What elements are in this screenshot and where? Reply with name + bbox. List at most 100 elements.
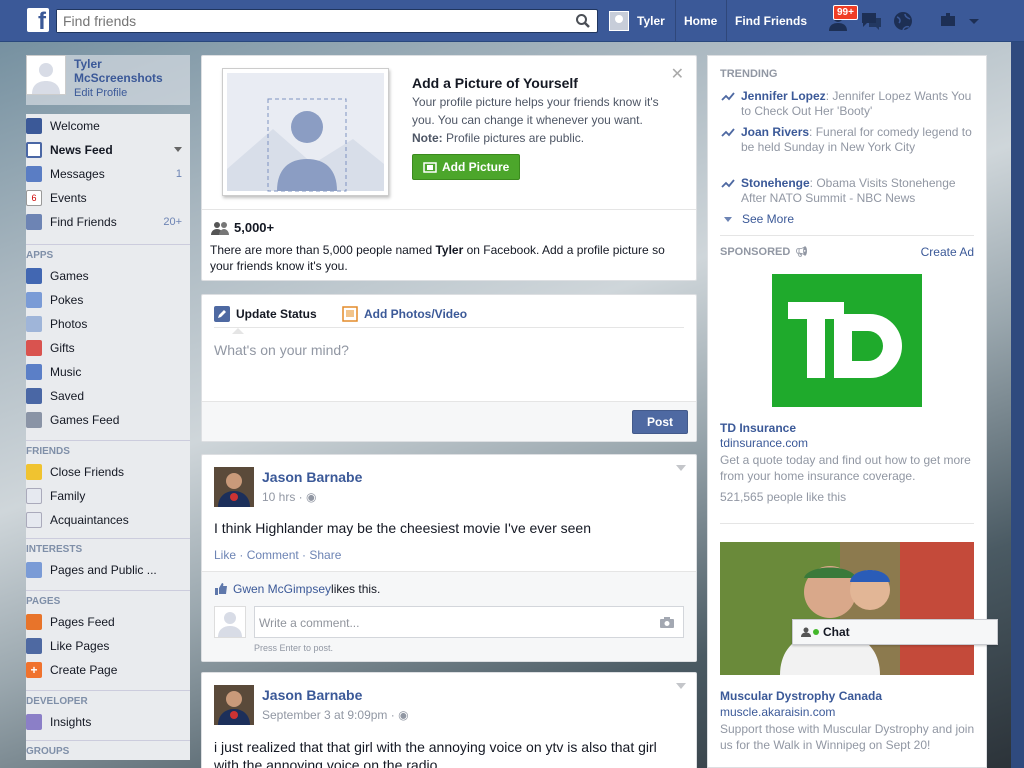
right-column: TRENDING Jennifer Lopez: Jennifer Lopez …	[707, 55, 987, 768]
like-link[interactable]: Like	[214, 548, 236, 562]
sidebar-item-like-pages[interactable]: Like Pages	[26, 634, 190, 658]
create-ad-link[interactable]: Create Ad	[921, 245, 974, 259]
post-timestamp: September 3 at 9:09pm · ◉	[262, 708, 409, 722]
post-button[interactable]: Post	[631, 410, 688, 434]
post-author[interactable]: Jason Barnabe	[262, 469, 362, 485]
people-icon	[211, 221, 229, 235]
search-box[interactable]	[56, 9, 598, 33]
status-composer: Update Status Add Photos/Video What's on…	[201, 294, 697, 442]
trending-item[interactable]: Jennifer Lopez: Jennifer Lopez Wants You…	[721, 89, 972, 119]
trending-name[interactable]: Joan Rivers	[741, 125, 809, 139]
sidebar-item-photos[interactable]: Photos	[26, 312, 190, 336]
default-avatar-icon	[218, 612, 242, 637]
post-feedback: Gwen McGimpsey likes this. Write a comme…	[202, 571, 696, 661]
sidebar-item-label: Close Friends	[50, 465, 125, 479]
comment-link[interactable]: Comment	[247, 548, 299, 562]
events-icon: 6	[26, 190, 42, 206]
tab-add-photos[interactable]: Add Photos/Video	[342, 304, 467, 324]
sidebar-item-music[interactable]: Music	[26, 360, 190, 384]
notifications-globe-icon[interactable]	[891, 10, 915, 32]
share-link[interactable]: Share	[309, 548, 341, 562]
divider	[202, 209, 696, 210]
sidebar-item-welcome[interactable]: Welcome	[26, 114, 190, 138]
trending-item[interactable]: Stonehenge: Obama Visits Stonehenge Afte…	[721, 176, 972, 206]
interests-rss-icon	[26, 562, 42, 578]
post-time-text[interactable]: September 3 at 9:09pm ·	[262, 708, 398, 722]
td-ad-image[interactable]	[772, 274, 922, 407]
sidebar-item-saved[interactable]: Saved	[26, 384, 190, 408]
sidebar-item-insights[interactable]: Insights	[26, 710, 190, 734]
scrollbar[interactable]	[1011, 42, 1024, 768]
composer-input[interactable]: What's on your mind?	[214, 342, 349, 358]
search-icon[interactable]	[575, 13, 591, 29]
sidebar-item-family[interactable]: Family	[26, 484, 190, 508]
music-icon	[26, 364, 42, 380]
photos-icon	[26, 316, 42, 332]
sidebar-item-create-page[interactable]: + Create Page	[26, 658, 190, 682]
trending-arrow-icon	[721, 179, 735, 188]
home-link[interactable]: Home	[675, 0, 717, 42]
games-feed-controller-icon	[26, 412, 42, 428]
ad-likes: 521,565 people like this	[720, 490, 847, 504]
sidebar-item-events[interactable]: 6 Events	[26, 186, 190, 210]
trending-name[interactable]: Stonehenge	[741, 176, 810, 190]
close-icon[interactable]: ✕	[671, 64, 684, 84]
developer-heading: DEVELOPER	[26, 690, 190, 710]
sidebar-item-gifts[interactable]: Gifts	[26, 336, 190, 360]
sidebar-item-acquaintances[interactable]: Acquaintances	[26, 508, 190, 532]
author-avatar[interactable]	[214, 685, 254, 725]
chevron-down-icon[interactable]	[676, 683, 686, 694]
privacy-shortcuts-icon[interactable]	[938, 10, 962, 32]
name-count-row: 5,000+	[210, 220, 274, 235]
tab-update-status[interactable]: Update Status	[214, 304, 317, 324]
sidebar-item-messages[interactable]: Messages 1	[26, 162, 190, 186]
trending-item[interactable]: Joan Rivers: Funeral for comedy legend t…	[721, 125, 972, 155]
sidebar-item-games-feed[interactable]: Games Feed	[26, 408, 190, 432]
sidebar-item-pages-feed[interactable]: Pages Feed	[26, 610, 190, 634]
sidebar-item-find-friends[interactable]: Find Friends 20+	[26, 210, 190, 234]
post-text: I think Highlander may be the cheesiest …	[214, 520, 591, 536]
trending-name[interactable]: Jennifer Lopez	[741, 89, 826, 103]
globe-privacy-icon[interactable]: ◉	[306, 490, 316, 504]
sidebar-item-news-feed[interactable]: News Feed	[26, 138, 190, 162]
chevron-down-icon[interactable]	[676, 465, 686, 476]
profile-name[interactable]: Tyler McScreenshots	[74, 57, 174, 85]
chevron-down-icon[interactable]	[174, 147, 182, 156]
comment-input[interactable]: Write a comment...	[254, 606, 684, 638]
post-time-text[interactable]: 10 hrs ·	[262, 490, 306, 504]
find-friends-link[interactable]: Find Friends	[726, 0, 807, 42]
sidebar-item-label: Acquaintances	[50, 513, 129, 527]
post-author[interactable]: Jason Barnabe	[262, 687, 362, 703]
ad-url[interactable]: muscle.akaraisin.com	[720, 705, 835, 719]
camera-icon[interactable]	[659, 616, 675, 629]
author-avatar[interactable]	[214, 467, 254, 507]
ad-url[interactable]: tdinsurance.com	[720, 436, 808, 450]
pages-heading: PAGES	[26, 590, 190, 610]
chat-tab[interactable]: Chat	[792, 619, 998, 645]
top-bar: f Tyler Home Find Friends 99+	[0, 0, 1024, 42]
messages-icon[interactable]	[859, 10, 883, 32]
sidebar-item-label: Create Page	[50, 663, 118, 677]
see-more-link[interactable]: See More	[724, 212, 794, 226]
sidebar-item-label: Music	[50, 365, 82, 379]
sponsored-heading: SPONSORED 📢︎	[720, 246, 808, 258]
sidebar-item-pokes[interactable]: Pokes	[26, 288, 190, 312]
account-settings-chevron-icon[interactable]	[966, 10, 982, 32]
add-picture-button[interactable]: Add Picture	[412, 154, 521, 180]
facebook-logo[interactable]: f	[27, 8, 49, 32]
placeholder-photo-frame	[222, 68, 389, 196]
search-input[interactable]	[57, 10, 567, 32]
ad-title[interactable]: Muscular Dystrophy Canada	[720, 689, 882, 703]
liker-name[interactable]: Gwen McGimpsey	[233, 582, 331, 596]
sidebar-item-close-friends[interactable]: Close Friends	[26, 460, 190, 484]
globe-privacy-icon[interactable]: ◉	[398, 708, 408, 722]
sidebar-item-pages-and-public[interactable]: Pages and Public ...	[26, 558, 190, 582]
md-ad-image[interactable]	[720, 542, 974, 675]
ad-title[interactable]: TD Insurance	[720, 421, 796, 435]
sidebar-item-games[interactable]: Games	[26, 264, 190, 288]
sidebar-item-label: Like Pages	[50, 639, 110, 653]
profile-nav[interactable]: Tyler	[609, 0, 665, 42]
apps-heading: APPS	[26, 244, 190, 264]
profile-avatar[interactable]	[26, 55, 66, 95]
edit-profile-link[interactable]: Edit Profile	[74, 87, 127, 99]
